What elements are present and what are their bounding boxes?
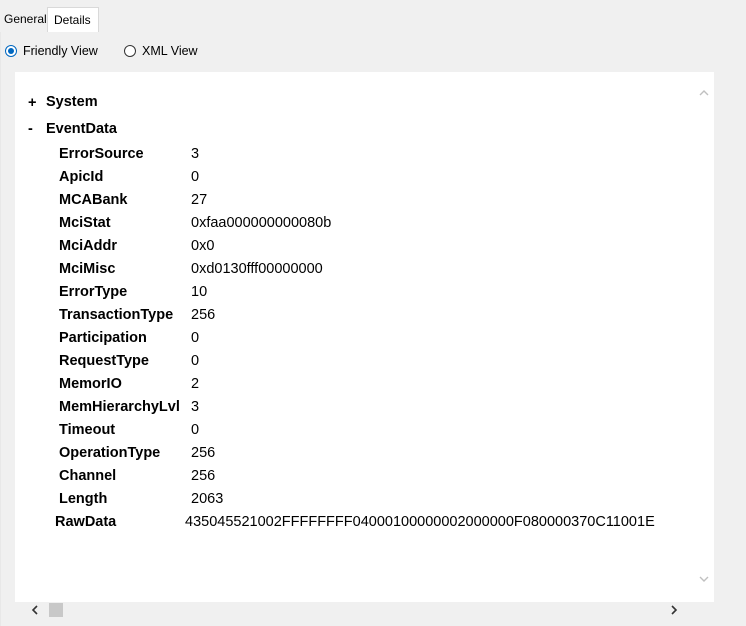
friendly-view-label: Friendly View bbox=[23, 44, 98, 58]
field-name: TransactionType bbox=[59, 307, 174, 323]
tab-strip: General Details bbox=[0, 0, 746, 32]
field-value: 0xd0130fff00000000 bbox=[191, 261, 323, 277]
field-value: 435045521002FFFFFFFF04000100000002000000… bbox=[185, 514, 655, 530]
friendly-view-radio[interactable] bbox=[5, 45, 17, 57]
chevron-left-icon[interactable] bbox=[30, 605, 40, 615]
field-value: 0 bbox=[191, 353, 200, 369]
field-value: 0 bbox=[191, 422, 200, 438]
field-name: Length bbox=[59, 491, 108, 507]
field-value: 2063 bbox=[191, 491, 224, 507]
field-name: MciAddr bbox=[59, 238, 117, 254]
field-value: 256 bbox=[191, 468, 216, 484]
event-details-view: + System - EventData ErrorSource 3 ApicId 0… bbox=[15, 72, 714, 602]
eventdata-node-label[interactable]: EventData bbox=[46, 120, 117, 138]
field-name: ApicId bbox=[59, 169, 104, 185]
field-name: RequestType bbox=[59, 353, 149, 369]
field-name: MciStat bbox=[59, 215, 111, 231]
field-value: 0 bbox=[191, 330, 200, 346]
eventdata-collapse-toggle[interactable]: - bbox=[28, 120, 33, 138]
field-value: 10 bbox=[191, 284, 208, 300]
field-name: ErrorSource bbox=[59, 146, 144, 162]
field-name: Participation bbox=[59, 330, 147, 346]
field-name: RawData bbox=[55, 514, 117, 530]
tab-general[interactable]: General bbox=[1, 9, 50, 30]
field-name: ErrorType bbox=[59, 284, 128, 300]
field-name: MemHierarchyLvl bbox=[59, 399, 180, 415]
friendly-view-option[interactable]: Friendly View bbox=[5, 42, 98, 60]
chevron-up-icon[interactable] bbox=[699, 88, 709, 98]
field-name: Channel bbox=[59, 468, 117, 484]
chevron-right-icon[interactable] bbox=[669, 605, 679, 615]
field-value: 0x0 bbox=[191, 238, 215, 254]
field-name: MciMisc bbox=[59, 261, 116, 277]
field-name: Timeout bbox=[59, 422, 116, 438]
field-value: 3 bbox=[191, 399, 200, 415]
field-value: 27 bbox=[191, 192, 208, 208]
field-value: 0xfaa000000000080b bbox=[191, 215, 332, 231]
field-value: 0 bbox=[191, 169, 200, 185]
field-value: 256 bbox=[191, 445, 216, 461]
tab-details[interactable]: Details bbox=[47, 7, 99, 32]
field-name: MCABank bbox=[59, 192, 128, 208]
system-expand-toggle[interactable]: + bbox=[28, 94, 36, 112]
chevron-down-icon[interactable] bbox=[699, 574, 709, 584]
field-name: MemorIO bbox=[59, 376, 122, 392]
field-name: OperationType bbox=[59, 445, 161, 461]
field-value: 256 bbox=[191, 307, 216, 323]
xml-view-option[interactable]: XML View bbox=[124, 42, 198, 60]
xml-view-label: XML View bbox=[142, 44, 198, 58]
horizontal-scroll-thumb[interactable] bbox=[49, 603, 63, 617]
xml-view-radio[interactable] bbox=[124, 45, 136, 57]
field-value: 3 bbox=[191, 146, 200, 162]
horizontal-scrollbar[interactable] bbox=[15, 602, 714, 619]
field-value: 2 bbox=[191, 376, 200, 392]
system-node-label[interactable]: System bbox=[46, 93, 98, 111]
vertical-scrollbar[interactable] bbox=[695, 72, 714, 602]
